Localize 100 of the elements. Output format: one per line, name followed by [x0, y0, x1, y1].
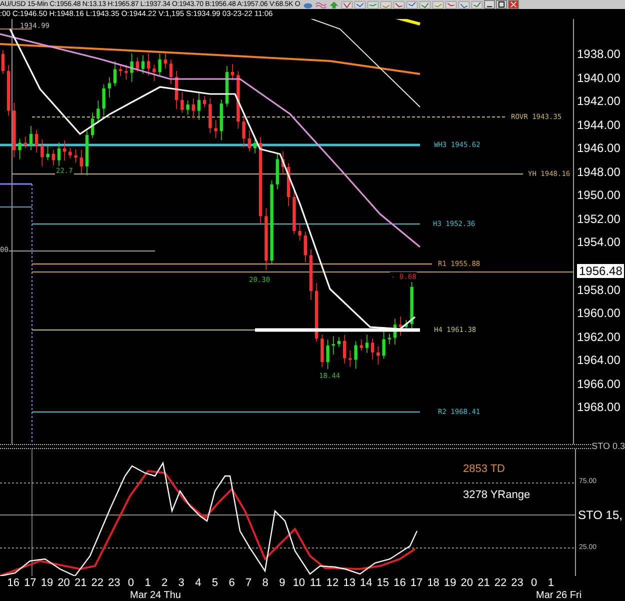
- time-label: 17: [409, 576, 424, 590]
- candlestick: [74, 149, 78, 164]
- candlestick: [304, 231, 307, 263]
- candlestick: [337, 336, 341, 348]
- candlestick: [220, 99, 223, 141]
- axis-label: 1952.00: [577, 212, 620, 226]
- candlestick: [85, 130, 89, 176]
- candlestick: [264, 208, 268, 270]
- candlestick: [248, 130, 251, 152]
- wave-icon[interactable]: [315, 0, 328, 10]
- candlestick: [410, 280, 414, 330]
- candlestick: [29, 126, 33, 151]
- time-label: 23: [107, 576, 122, 590]
- candlestick: [348, 350, 352, 368]
- time-label: 6: [228, 576, 236, 590]
- time-label: 11: [309, 576, 322, 590]
- time-label: 8: [261, 576, 270, 590]
- axis-label: 1944.00: [577, 118, 620, 132]
- candlestick: [208, 98, 212, 134]
- time-label: 10: [292, 576, 306, 590]
- time-label: 22: [493, 576, 508, 590]
- candlestick: [320, 334, 324, 368]
- time-label: 3: [177, 576, 186, 590]
- time-label: 21: [476, 576, 491, 590]
- axis-label: 1960.00: [577, 306, 620, 320]
- candlestick: [96, 100, 100, 124]
- time-label: 19: [40, 576, 54, 590]
- time-label: 15: [376, 576, 390, 590]
- candlestick: [18, 138, 22, 160]
- candlestick: [152, 64, 156, 82]
- candlestick: [326, 339, 330, 370]
- candlestick: [332, 336, 335, 356]
- candlestick: [35, 130, 38, 154]
- time-label: 17: [23, 576, 38, 590]
- candlestick: [276, 153, 279, 190]
- time-label: 0: [530, 576, 538, 590]
- time-label: 19: [442, 576, 458, 590]
- time-label: 2: [160, 576, 169, 590]
- candlestick: [91, 112, 94, 139]
- candlestick: [281, 151, 285, 175]
- candlestick: [382, 331, 386, 360]
- time-label: 9: [278, 576, 286, 590]
- date-label: Mar 26 Fri: [536, 590, 582, 601]
- time-label: 1: [144, 576, 152, 590]
- candlestick: [108, 77, 111, 98]
- candlestick: [214, 120, 218, 139]
- candlestick: [343, 334, 346, 364]
- candlestick: [46, 146, 50, 161]
- candlestick: [40, 139, 44, 167]
- minimize-button[interactable]: [484, 0, 496, 10]
- arrow-up-icon[interactable]: [328, 0, 340, 10]
- axis-label: 1962.00: [577, 330, 620, 344]
- candlestick: [253, 138, 257, 154]
- candlestick: [169, 59, 173, 85]
- candlestick: [7, 64, 10, 116]
- close-button[interactable]: [508, 0, 520, 10]
- candlestick: [231, 64, 234, 81]
- axis-label: 1966.00: [577, 376, 620, 391]
- time-label: 22: [90, 576, 104, 590]
- axis-label: 1954.00: [577, 235, 620, 250]
- time-label: 7: [244, 576, 253, 590]
- time-label: 5: [210, 576, 220, 590]
- axis-label: 1948.00: [577, 164, 620, 179]
- indicator-note: 3278 YRange: [463, 488, 530, 502]
- axis-label: 1942.00: [577, 94, 620, 108]
- candlestick: [354, 341, 358, 370]
- candlestick: [130, 53, 134, 82]
- candlestick: [63, 140, 66, 162]
- time-label: 0: [126, 576, 136, 590]
- candlestick: [393, 318, 397, 346]
- axis-label: 1946.00: [577, 141, 620, 156]
- candlestick: [287, 162, 290, 207]
- time-label: 16: [392, 576, 407, 590]
- candlestick: [180, 92, 184, 114]
- candlestick: [175, 70, 178, 110]
- time-label: 20: [56, 576, 71, 590]
- candlestick: [242, 115, 246, 148]
- close-icon: [510, 1, 518, 8]
- indicator-note: 2853 TD: [463, 462, 505, 476]
- candlestick: [68, 148, 72, 159]
- candlestick: [315, 282, 318, 342]
- axis-label: 1964.00: [577, 353, 620, 368]
- maximize-button[interactable]: [496, 0, 508, 10]
- current-price-label: 1956.48: [577, 264, 624, 278]
- candlestick: [57, 142, 61, 168]
- time-label: 18: [426, 576, 440, 590]
- candlestick: [102, 84, 106, 116]
- time-label: 20: [460, 576, 474, 590]
- time-label: 13: [342, 576, 356, 590]
- axis-label: 1968.00: [577, 400, 620, 414]
- time-label: 23: [510, 576, 524, 590]
- candlestick: [365, 334, 369, 354]
- candlestick: [292, 190, 296, 235]
- candlestick: [147, 53, 150, 76]
- indicator-title: STO 15,: [578, 508, 622, 522]
- candlestick: [404, 320, 408, 331]
- candlestick: [164, 51, 167, 70]
- candlestick: [309, 249, 313, 301]
- candlestick: [113, 61, 117, 87]
- time-label: 16: [6, 576, 21, 590]
